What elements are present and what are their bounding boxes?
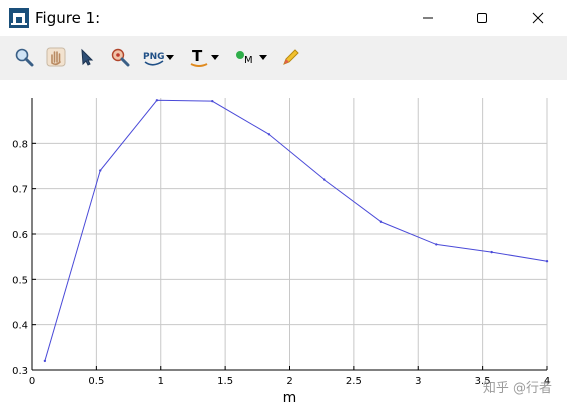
x-tick-label: 1.5 xyxy=(217,376,233,387)
data-point[interactable] xyxy=(379,220,383,223)
zoom-icon xyxy=(15,48,34,67)
watermark-text: 知乎 @行者 xyxy=(483,380,552,396)
png-label: PNG xyxy=(143,52,165,62)
figure-toolbar: PNG T M xyxy=(0,36,567,80)
data-point[interactable] xyxy=(99,169,102,172)
chevron-down-icon[interactable] xyxy=(210,52,220,62)
title-bar: Figure 1: xyxy=(0,0,567,36)
chevron-down-icon[interactable] xyxy=(258,52,268,62)
png-export-button[interactable]: PNG xyxy=(141,44,177,70)
minimize-button[interactable] xyxy=(405,0,451,36)
y-tick-label: 0.5 xyxy=(12,275,28,286)
text-icon: T xyxy=(190,47,208,67)
x-axis-label: m xyxy=(283,390,297,406)
x-tick-label: 2 xyxy=(286,376,292,387)
minimize-icon xyxy=(423,17,433,19)
data-point[interactable] xyxy=(435,243,438,246)
zoom-button[interactable] xyxy=(11,44,37,70)
pencil-button[interactable] xyxy=(278,44,304,70)
chevron-down-icon[interactable] xyxy=(165,52,175,62)
x-tick-label: 2.5 xyxy=(346,376,362,387)
data-cursor-icon xyxy=(111,48,130,67)
marker-icon: M xyxy=(236,51,253,66)
pan-button[interactable] xyxy=(43,44,69,70)
plot-area: 0 0.5 1 1.5 2 2.5 3 3.5 4 0.3 0.4 0.5 0.6 0.7 0.8 m 知乎 @… xyxy=(0,80,567,414)
data-point[interactable] xyxy=(545,260,549,263)
x-tick-label: 3 xyxy=(415,376,421,387)
data-point[interactable] xyxy=(323,178,326,181)
marker-tool-button[interactable]: M xyxy=(232,44,270,70)
close-button[interactable] xyxy=(515,0,561,36)
window-title: Figure 1: xyxy=(35,9,101,27)
y-tick-label: 0.6 xyxy=(12,230,28,241)
x-tick-label: 0 xyxy=(29,376,35,387)
data-point[interactable] xyxy=(43,359,47,363)
text-tool-button[interactable]: T xyxy=(186,44,222,70)
pan-hand-icon xyxy=(46,47,66,67)
x-tick-label: 0.5 xyxy=(88,376,104,387)
text-tool-label: T xyxy=(192,47,203,65)
figure-app-icon xyxy=(9,8,29,28)
marker-tool-label: M xyxy=(244,55,253,66)
select-pointer-icon xyxy=(81,48,94,66)
y-tick-label: 0.4 xyxy=(12,321,28,332)
maximize-icon xyxy=(477,13,487,23)
x-tick-label: 1 xyxy=(158,376,164,387)
y-tick-label: 0.3 xyxy=(12,366,28,377)
data-point[interactable] xyxy=(267,133,271,136)
select-button[interactable] xyxy=(75,44,101,70)
close-icon xyxy=(532,12,544,24)
data-point[interactable] xyxy=(490,250,493,254)
data-point[interactable] xyxy=(211,99,214,103)
series-line[interactable] xyxy=(44,99,548,362)
maximize-button[interactable] xyxy=(459,0,505,36)
data-cursor-button[interactable] xyxy=(107,44,133,70)
png-export-icon: PNG xyxy=(143,52,165,66)
y-tick-label: 0.7 xyxy=(12,185,28,196)
data-point[interactable] xyxy=(155,99,159,102)
line-chart[interactable]: 0 0.5 1 1.5 2 2.5 3 3.5 40.30.40.50.60.70.8m知乎 @… xyxy=(0,80,567,414)
y-tick-label: 0.8 xyxy=(12,139,28,150)
pencil-icon xyxy=(283,49,299,65)
